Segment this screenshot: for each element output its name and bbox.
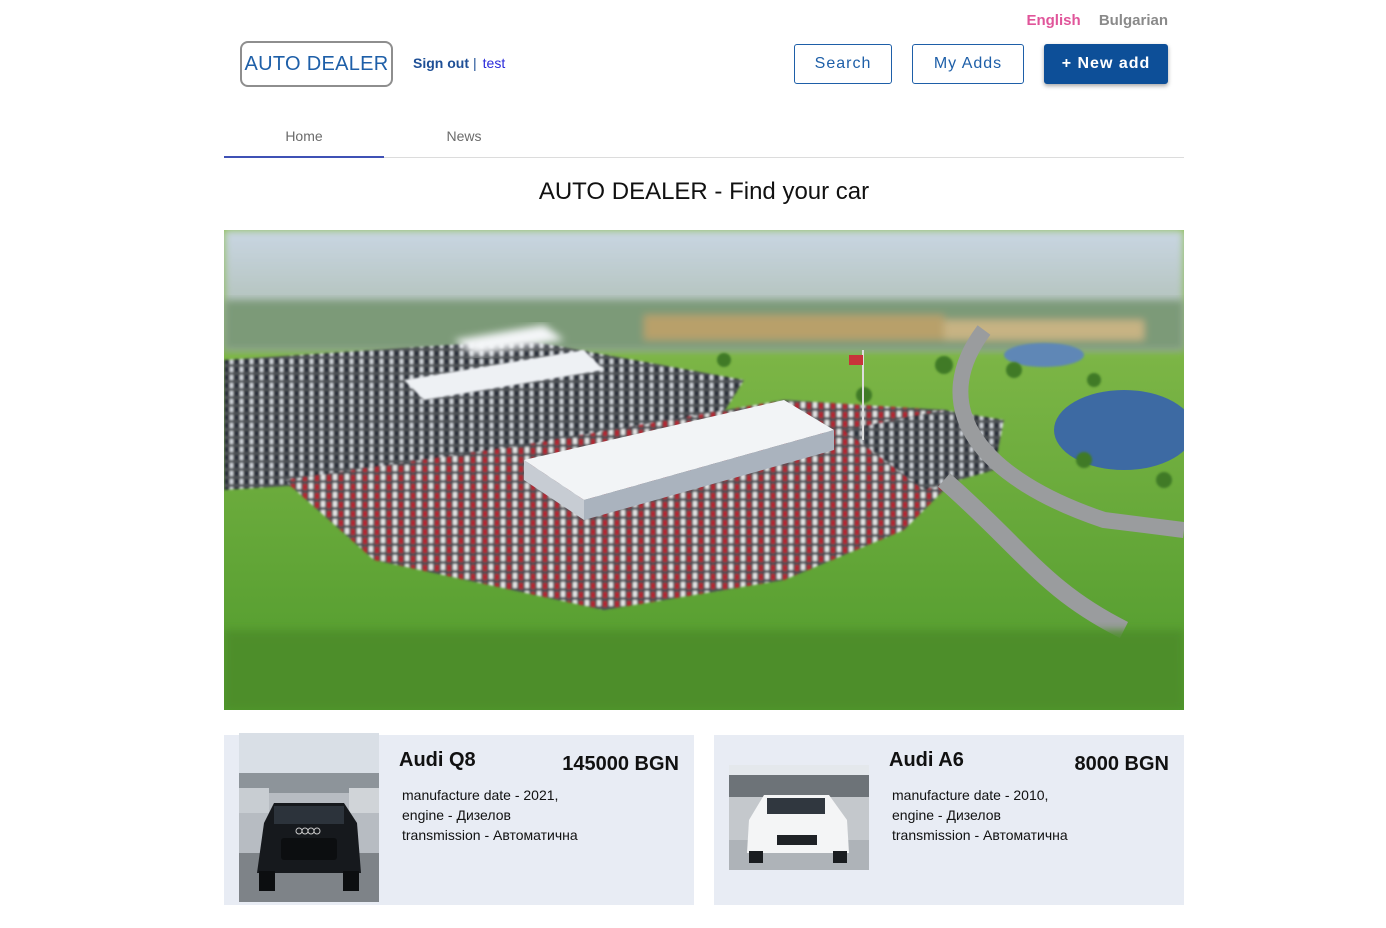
detail-transmission: transmission - Автоматична [402,827,578,843]
car-photo[interactable] [729,765,869,870]
detail-engine: engine - Дизелов [892,807,1001,823]
listing-details: manufacture date - 2021, engine - Дизело… [402,785,578,845]
listing-price: 8000 BGN [1074,753,1170,775]
detail-manufacture-date: manufacture date - 2010, [892,787,1049,803]
language-bulgarian[interactable]: Bulgarian [1099,12,1168,29]
tab-home[interactable]: Home [224,114,384,157]
user-links: Sign out | test [413,55,505,71]
username-link[interactable]: test [483,55,506,71]
listing-card[interactable]: Audi Q8 145000 BGN manufacture date - 20… [224,733,694,905]
listing-title[interactable]: Audi Q8 [399,749,476,772]
site-logo[interactable]: AUTO DEALER [240,41,393,87]
sign-out-link[interactable]: Sign out [413,55,469,71]
detail-manufacture-date: manufacture date - 2021, [402,787,559,803]
listing-title[interactable]: Audi A6 [889,749,964,772]
tab-news[interactable]: News [384,114,544,157]
new-add-button[interactable]: + New add [1044,44,1168,84]
search-button[interactable]: Search [794,44,892,84]
hero-image [224,230,1184,710]
language-switcher: English Bulgarian [1012,12,1168,29]
listing-card[interactable]: Audi A6 8000 BGN manufacture date - 2010… [714,735,1184,905]
car-photo[interactable] [239,733,379,902]
active-tab-indicator [224,156,384,158]
nav-tabs: Home News [224,114,1184,158]
my-adds-button[interactable]: My Adds [912,44,1024,84]
detail-engine: engine - Дизелов [402,807,511,823]
listing-details: manufacture date - 2010, engine - Дизело… [892,785,1068,845]
page-title: AUTO DEALER - Find your car [538,178,870,205]
listing-price: 145000 BGN [562,753,679,775]
detail-transmission: transmission - Автоматична [892,827,1068,843]
separator: | [473,55,477,71]
language-english[interactable]: English [1026,12,1080,29]
